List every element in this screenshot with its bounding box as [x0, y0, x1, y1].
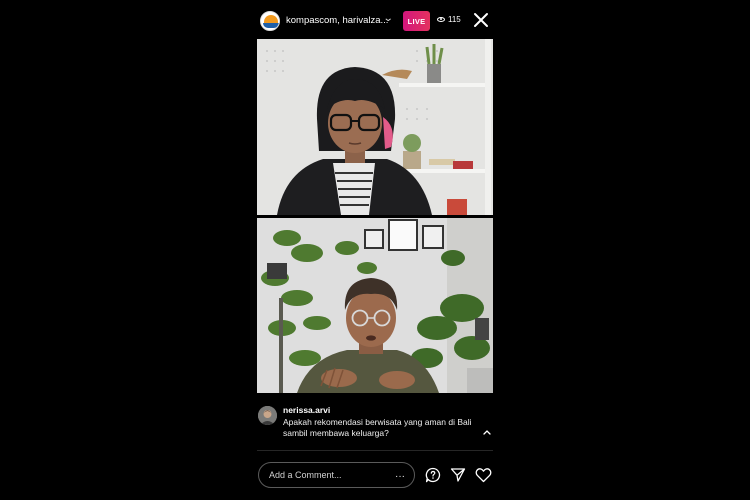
video-feed-guest[interactable] [257, 218, 493, 393]
host-name[interactable]: kompascom, harivalza... [286, 15, 388, 26]
guest-video-frame [257, 218, 493, 393]
chevron-up-icon[interactable] [482, 428, 492, 436]
more-options-icon[interactable]: ··· [395, 471, 405, 482]
divider [257, 450, 493, 451]
pinned-comment: nerissa.arvi Apakah rekomendasi berwisat… [257, 404, 493, 444]
commenter-avatar[interactable] [258, 406, 277, 425]
commenter-username[interactable]: nerissa.arvi [283, 405, 330, 415]
eye-icon [437, 17, 445, 22]
live-badge: LIVE [403, 11, 430, 31]
question-icon[interactable] [425, 467, 441, 483]
video-feed-host[interactable] [257, 39, 493, 215]
live-header: kompascom, harivalza... ⌄ LIVE 115 [253, 8, 497, 34]
heart-icon[interactable] [475, 467, 492, 483]
comment-input-placeholder: Add a Comment... [269, 470, 342, 480]
add-comment-input[interactable]: Add a Comment... ··· [258, 462, 415, 488]
chevron-down-icon[interactable]: ⌄ [383, 13, 394, 24]
host-avatar[interactable] [260, 11, 280, 31]
close-icon[interactable] [471, 10, 491, 30]
comment-text: Apakah rekomendasi berwisata yang aman d… [283, 417, 472, 438]
host-video-frame [257, 39, 493, 215]
send-icon[interactable] [450, 467, 466, 483]
live-stream-screen: kompascom, harivalza... ⌄ LIVE 115 neris… [253, 0, 497, 500]
viewer-count[interactable]: 115 [437, 15, 461, 24]
viewer-count-label: 115 [448, 15, 461, 24]
